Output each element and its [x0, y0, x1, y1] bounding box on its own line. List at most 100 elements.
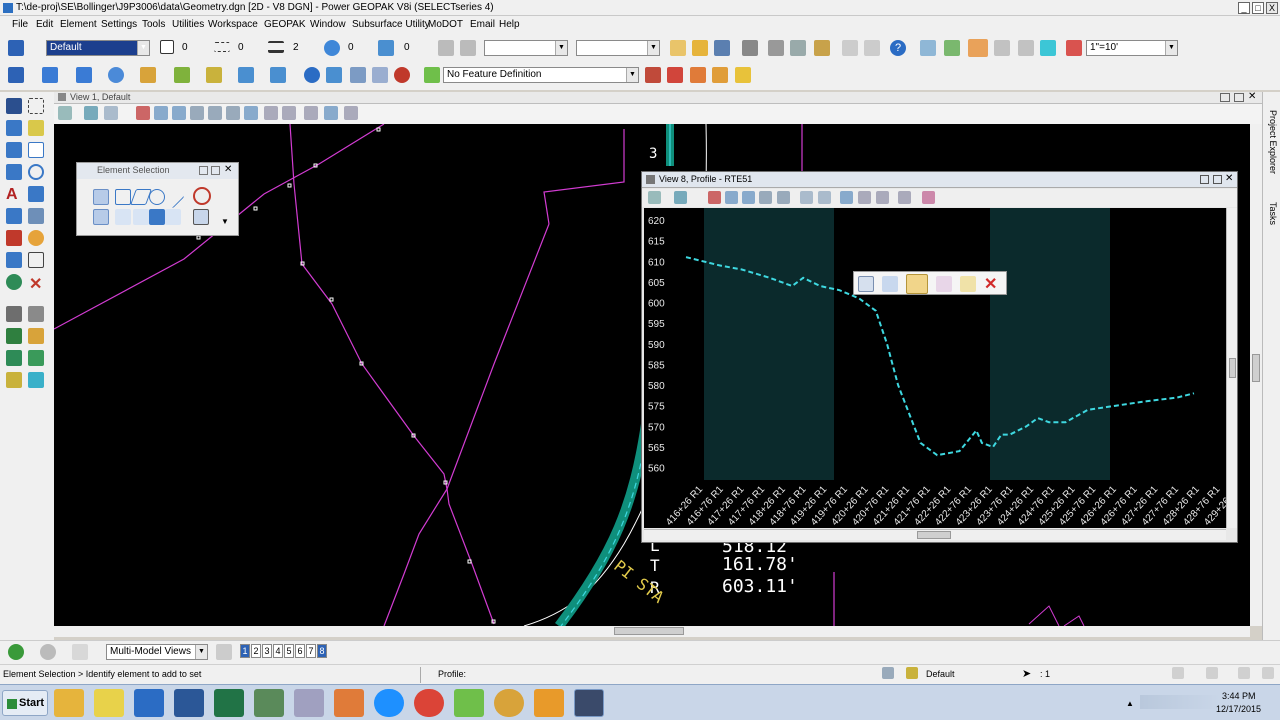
explorer-taskbar-icon[interactable]: [54, 689, 84, 717]
view1-minimize-icon[interactable]: [1220, 93, 1230, 102]
models-icon[interactable]: [42, 67, 58, 83]
menu-email[interactable]: Email: [470, 19, 495, 30]
window-area-icon[interactable]: [190, 106, 204, 120]
circle-icon[interactable]: [28, 164, 44, 180]
geopak-a-icon[interactable]: [6, 306, 22, 322]
profile-fence-icon[interactable]: [922, 191, 935, 204]
line-tool-icon[interactable]: [1040, 40, 1056, 56]
chevron-down-icon[interactable]: ▼: [626, 68, 638, 82]
chevron-down-icon[interactable]: ▼: [555, 41, 567, 55]
excel-taskbar-icon[interactable]: [214, 689, 244, 717]
menu-edit[interactable]: Edit: [36, 19, 53, 30]
tool-b-icon[interactable]: [667, 67, 683, 83]
app-taskbar-icon-3[interactable]: [534, 689, 564, 717]
line-style-icon[interactable]: [214, 42, 230, 52]
microstation-taskbar-icon[interactable]: [494, 689, 524, 717]
copy-tool-icon[interactable]: [6, 252, 22, 268]
no-entry-icon[interactable]: [394, 67, 410, 83]
profile-close-icon[interactable]: ✕: [1225, 173, 1233, 184]
level-combo[interactable]: Default ▼: [46, 40, 150, 56]
status-icon-a[interactable]: [1172, 667, 1184, 679]
profile-next-icon[interactable]: [876, 191, 889, 204]
new-mode-icon[interactable]: [93, 209, 109, 225]
chevron-down-icon[interactable]: ▼: [195, 645, 207, 659]
ie-taskbar-icon[interactable]: [374, 689, 404, 717]
palette-close-icon[interactable]: ✕: [224, 164, 232, 175]
popup-active-tool-icon[interactable]: [906, 274, 928, 294]
status-icon-d[interactable]: [1262, 667, 1274, 679]
tool-d-icon[interactable]: [712, 67, 728, 83]
view-number-2[interactable]: 2: [251, 644, 261, 658]
profile-grid-icon[interactable]: [800, 191, 813, 204]
menu-modot[interactable]: MoDOT: [428, 19, 463, 30]
open-folder-icon[interactable]: [692, 40, 708, 56]
curve-icon[interactable]: [1018, 40, 1034, 56]
levels-icon[interactable]: [206, 67, 222, 83]
tray-icons[interactable]: [1140, 695, 1220, 709]
forward-icon[interactable]: [40, 644, 56, 660]
view-number-7[interactable]: 7: [306, 644, 316, 658]
profile-pan-icon[interactable]: [840, 191, 853, 204]
zoom-out-icon[interactable]: [172, 106, 186, 120]
add-mode-icon[interactable]: [115, 209, 131, 225]
line-weight-icon[interactable]: [268, 41, 284, 53]
view-group-combo[interactable]: Multi-Model Views ▼: [106, 644, 208, 660]
view-previous-icon[interactable]: [264, 106, 278, 120]
status-lock-icon[interactable]: [906, 667, 918, 679]
profile-grid2-icon[interactable]: [818, 191, 831, 204]
locate-icon[interactable]: [372, 67, 388, 83]
dimension-icon[interactable]: [28, 186, 44, 202]
menu-settings[interactable]: Settings: [101, 19, 137, 30]
profile-zoom-out-icon[interactable]: [742, 191, 755, 204]
snap-icon[interactable]: [438, 40, 454, 56]
chevron-down-icon[interactable]: ▼: [137, 41, 149, 55]
transparency-icon[interactable]: [324, 40, 340, 56]
outlook-taskbar-icon[interactable]: [134, 689, 164, 717]
profile-fit-icon[interactable]: [777, 191, 790, 204]
profile-attributes-icon[interactable]: [648, 191, 661, 204]
view1-vscroll-thumb[interactable]: [1252, 354, 1260, 382]
status-snap-icon[interactable]: [882, 667, 894, 679]
menu-help[interactable]: Help: [499, 19, 520, 30]
scale-tool-icon[interactable]: [28, 252, 44, 268]
geopak-b-icon[interactable]: [28, 306, 44, 322]
view1-restore-icon[interactable]: [1234, 93, 1244, 102]
rotate-view-icon[interactable]: [226, 106, 240, 120]
copy-icon[interactable]: [790, 40, 806, 56]
feature-definition-combo[interactable]: No Feature Definition ▼: [443, 67, 639, 83]
invert-mode-icon[interactable]: [149, 209, 165, 225]
element-attributes-icon[interactable]: [8, 40, 24, 56]
menu-file[interactable]: File: [12, 19, 28, 30]
geopak-h-icon[interactable]: [28, 372, 44, 388]
models-toggle-icon[interactable]: [72, 644, 88, 660]
app-taskbar-icon-1[interactable]: [94, 689, 124, 717]
menu-subsurface-utility[interactable]: Subsurface Utility: [352, 19, 430, 30]
view1-hscroll-thumb[interactable]: [614, 627, 684, 635]
profile-zoom-in-icon[interactable]: [725, 191, 738, 204]
level-manager-icon[interactable]: [174, 67, 190, 83]
print-icon[interactable]: [742, 40, 758, 56]
paste-icon[interactable]: [814, 40, 830, 56]
toolbar-combo-b[interactable]: ▼: [576, 40, 660, 56]
popup-edit-icon[interactable]: [960, 276, 976, 292]
app-taskbar-icon-2[interactable]: [254, 689, 284, 717]
manipulate-icon[interactable]: [6, 120, 22, 136]
priority-icon[interactable]: [378, 40, 394, 56]
fit-view-icon[interactable]: [208, 106, 222, 120]
profile-hscroll-thumb[interactable]: [917, 531, 951, 539]
level-display-icon[interactable]: [140, 67, 156, 83]
menu-element[interactable]: Element: [60, 19, 97, 30]
view-attributes-icon[interactable]: [58, 106, 72, 120]
tool-c-icon[interactable]: [690, 67, 706, 83]
geopak-taskbar-icon[interactable]: [454, 689, 484, 717]
info-icon[interactable]: [304, 67, 320, 83]
profile-settings-icon[interactable]: [674, 191, 687, 204]
cell-icon[interactable]: [6, 208, 22, 224]
color-swatch-icon[interactable]: [160, 40, 174, 54]
geopak-e-icon[interactable]: [6, 350, 22, 366]
profile-window-area-icon[interactable]: [759, 191, 772, 204]
menu-workspace[interactable]: Workspace: [208, 19, 258, 30]
popup-profile-icon[interactable]: [936, 276, 952, 292]
rectangle-icon[interactable]: [28, 142, 44, 158]
map-icon[interactable]: [350, 67, 366, 83]
